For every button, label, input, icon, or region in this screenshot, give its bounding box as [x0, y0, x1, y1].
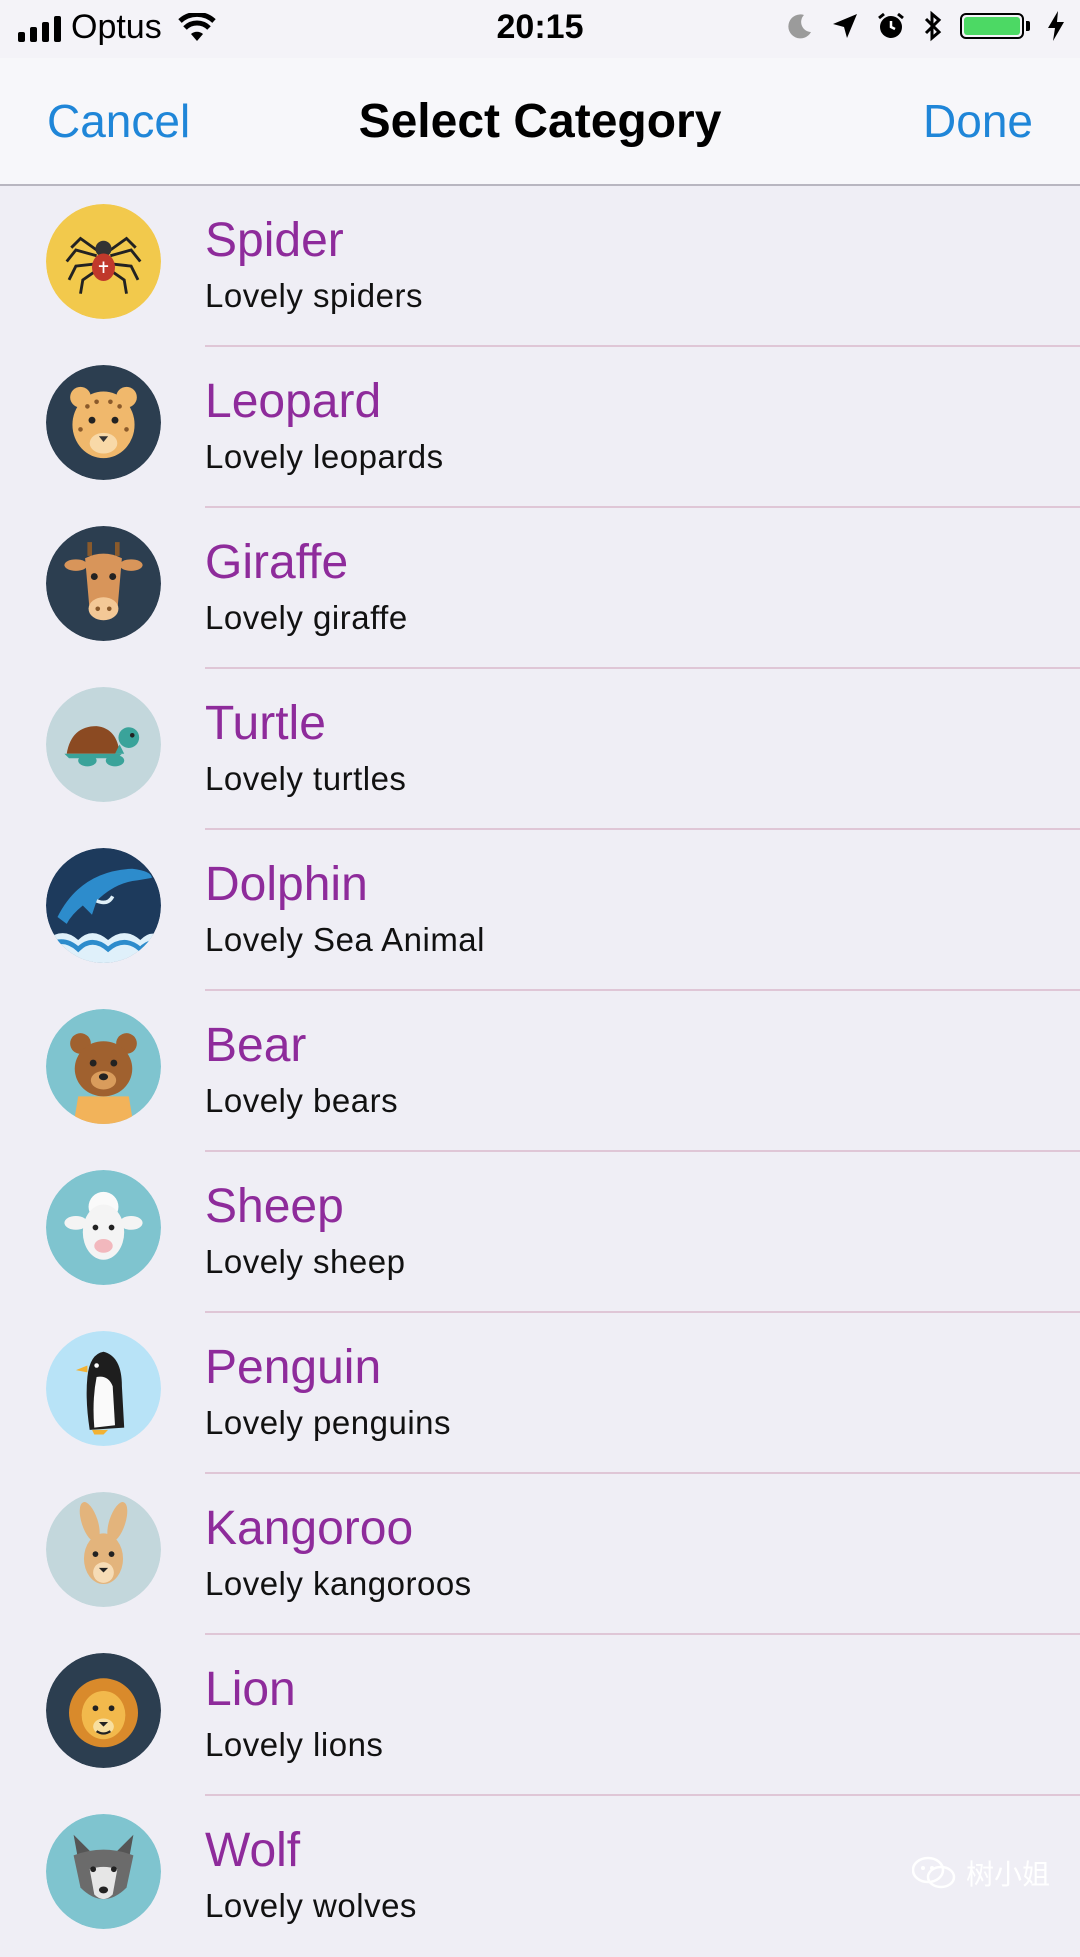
watermark: 树小姐 [911, 1853, 1050, 1893]
category-row-giraffe[interactable]: Giraffe Lovely giraffe [0, 508, 1080, 669]
category-subtitle: Lovely turtles [205, 760, 407, 797]
sheep-icon [46, 1170, 161, 1285]
status-bar: Optus 20:15 [0, 0, 1080, 58]
category-subtitle: Lovely lions [205, 1726, 384, 1763]
giraffe-icon [46, 526, 161, 641]
category-row-bear[interactable]: Bear Lovely bears [0, 991, 1080, 1152]
charging-bolt-icon [1048, 11, 1064, 41]
lion-icon [46, 1653, 161, 1768]
category-subtitle: Lovely Sea Animal [205, 921, 485, 958]
category-title: Spider [205, 214, 344, 267]
category-subtitle: Lovely giraffe [205, 599, 408, 636]
kangaroo-icon [46, 1492, 161, 1607]
category-subtitle: Lovely kangoroos [205, 1565, 472, 1602]
watermark-text: 树小姐 [965, 1859, 1050, 1890]
done-button[interactable]: Done [923, 94, 1033, 148]
leopard-icon [46, 365, 161, 480]
wechat-icon [911, 1856, 956, 1889]
category-title: Sheep [205, 1180, 344, 1233]
category-subtitle: Lovely wolves [205, 1887, 417, 1924]
category-title: Penguin [205, 1341, 382, 1394]
battery-icon [960, 13, 1030, 39]
category-row-dolphin[interactable]: Dolphin Lovely Sea Animal [0, 830, 1080, 991]
penguin-icon [46, 1331, 161, 1446]
category-row-spider[interactable]: Spider Lovely spiders [0, 186, 1080, 347]
bear-icon [46, 1009, 161, 1124]
page-title: Select Category [358, 95, 722, 148]
category-subtitle: Lovely penguins [205, 1404, 452, 1441]
category-list: Spider Lovely spiders Leopard Lovely leo… [0, 186, 1080, 1957]
category-title: Wolf [205, 1824, 301, 1877]
spider-icon [46, 204, 161, 319]
wolf-icon [46, 1814, 161, 1929]
category-title: Dolphin [205, 858, 368, 911]
category-title: Turtle [205, 697, 326, 750]
location-arrow-icon [833, 14, 857, 38]
category-row-penguin[interactable]: Penguin Lovely penguins [0, 1313, 1080, 1474]
status-right [786, 10, 1066, 42]
category-row-sheep[interactable]: Sheep Lovely sheep [0, 1152, 1080, 1313]
category-subtitle: Lovely spiders [205, 277, 423, 314]
category-subtitle: Lovely bears [205, 1082, 399, 1119]
category-row-kangoroo[interactable]: Kangoroo Lovely kangoroos [0, 1474, 1080, 1635]
category-title: Giraffe [205, 536, 349, 589]
bluetooth-icon [924, 10, 942, 42]
category-row-turtle[interactable]: Turtle Lovely turtles [0, 669, 1080, 830]
category-title: Bear [205, 1019, 307, 1072]
navigation-bar: Cancel Select Category Done [0, 58, 1080, 186]
turtle-icon [46, 687, 161, 802]
category-subtitle: Lovely leopards [205, 438, 444, 475]
category-title: Leopard [205, 375, 382, 428]
category-title: Lion [205, 1663, 296, 1716]
category-row-leopard[interactable]: Leopard Lovely leopards [0, 347, 1080, 508]
category-row-lion[interactable]: Lion Lovely lions [0, 1635, 1080, 1796]
alarm-icon [878, 12, 904, 38]
moon-icon [788, 14, 811, 39]
category-title: Kangoroo [205, 1502, 414, 1555]
category-subtitle: Lovely sheep [205, 1243, 406, 1280]
dolphin-icon [46, 848, 161, 963]
